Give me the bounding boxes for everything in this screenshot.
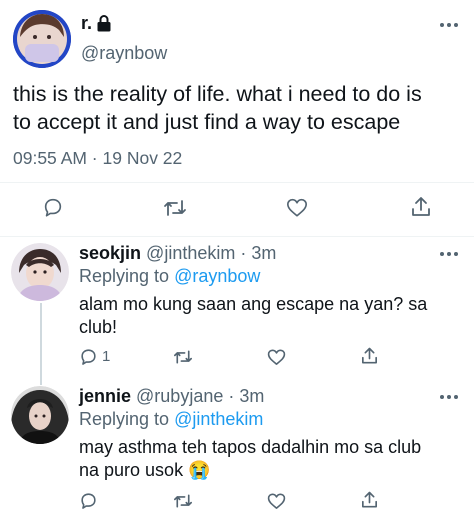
author-handle[interactable]: @raynbow <box>81 43 167 64</box>
tweet-time[interactable]: · 3m <box>240 243 276 263</box>
like-icon[interactable] <box>267 348 286 366</box>
replying-to-label: Replying to <box>79 266 175 286</box>
more-icon[interactable] <box>440 21 462 29</box>
tweet-text: may asthma teh tapos dadalhin mo sa club… <box>79 436 421 482</box>
replying-to: Replying to @raynbow <box>79 266 260 287</box>
share-icon[interactable] <box>360 346 379 366</box>
tweet-text: this is the reality of life. what i need… <box>13 80 422 136</box>
tweet-text-line: may asthma teh tapos dadalhin mo sa club <box>79 437 422 457</box>
replying-to-link[interactable]: @jinthekim <box>174 409 263 429</box>
author-name[interactable]: jennie <box>79 386 131 406</box>
tweet-text-line: alam mo kung saan ang escape na yan? sa <box>79 294 428 314</box>
more-icon[interactable] <box>440 393 462 401</box>
like-icon[interactable] <box>267 492 286 510</box>
author-handle[interactable]: @rubyjane <box>136 386 223 406</box>
tweet-text-line: na puro usok 😭 <box>79 460 211 480</box>
divider <box>0 236 474 237</box>
avatar[interactable] <box>11 386 69 444</box>
author-name[interactable]: r. <box>81 13 92 34</box>
replying-to-link[interactable]: @raynbow <box>174 266 260 286</box>
replying-to-label: Replying to <box>79 409 175 429</box>
author-handle[interactable]: @jinthekim <box>146 243 235 263</box>
replying-to: Replying to @jinthekim <box>79 409 263 430</box>
share-icon[interactable] <box>360 490 379 510</box>
tweet-timestamp[interactable]: 09:55 AM · 19 Nov 22 <box>13 148 182 169</box>
divider <box>0 182 474 183</box>
more-icon[interactable] <box>440 250 462 258</box>
retweet-icon[interactable] <box>173 348 193 366</box>
avatar[interactable] <box>11 243 69 301</box>
reply-icon[interactable] <box>42 196 64 218</box>
share-icon[interactable] <box>410 195 432 219</box>
retweet-icon[interactable] <box>173 492 193 510</box>
lock-icon <box>97 15 111 32</box>
tweet-text-line: club! <box>79 317 118 337</box>
like-icon[interactable] <box>286 197 308 218</box>
tweet-text-line: this is the reality of life. what i need… <box>13 82 422 106</box>
tweet-text-line: to accept it and just find a way to esca… <box>13 110 401 134</box>
tweet-text: alam mo kung saan ang escape na yan? sa … <box>79 293 427 339</box>
reply-count: 1 <box>102 348 111 365</box>
retweet-icon[interactable] <box>163 197 187 219</box>
tweet-time[interactable]: · 3m <box>228 386 264 406</box>
thread-line <box>40 303 42 385</box>
author-name[interactable]: seokjin <box>79 243 141 263</box>
reply-icon[interactable]: 1 <box>79 347 110 366</box>
reply-icon[interactable] <box>79 491 98 510</box>
avatar[interactable] <box>13 10 71 68</box>
